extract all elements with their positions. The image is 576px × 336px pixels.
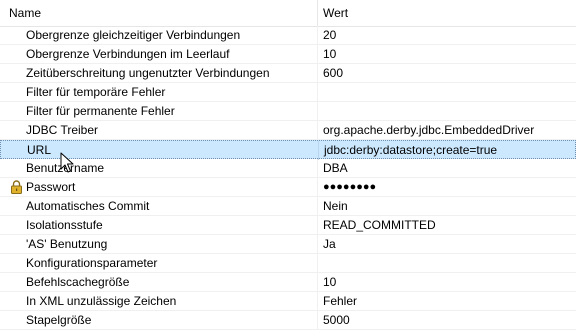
table-row[interactable]: Filter für temporäre Fehler (0, 83, 576, 102)
table-row[interactable]: Obergrenze gleichzeitiger Verbindungen 2… (0, 26, 576, 45)
table-row[interactable]: Automatisches Commit Nein (0, 197, 576, 216)
property-value[interactable]: 10 (323, 45, 336, 64)
cell-divider (318, 141, 319, 160)
table-header: Name Wert (0, 0, 576, 27)
property-value[interactable]: org.apache.derby.jdbc.EmbeddedDriver (323, 121, 534, 140)
property-value[interactable]: DBA (323, 159, 348, 178)
property-value[interactable]: Ja (323, 235, 336, 254)
cell-divider (317, 64, 318, 83)
cell-divider (317, 121, 318, 140)
property-name: Obergrenze Verbindungen im Leerlauf (26, 47, 230, 61)
table-row[interactable]: JDBC Treiber org.apache.derby.jdbc.Embed… (0, 121, 576, 140)
property-name: Stapelgröße (26, 313, 92, 327)
cell-divider (317, 83, 318, 102)
cell-divider (317, 26, 318, 45)
cell-divider (317, 45, 318, 64)
property-value[interactable]: 600 (323, 64, 343, 83)
table-row[interactable]: Zeitüberschreitung ungenutzter Verbindun… (0, 64, 576, 83)
properties-table: Name Wert Obergrenze gleichzeitiger Verb… (0, 0, 576, 336)
property-value[interactable]: 10 (323, 273, 336, 292)
cell-divider (317, 102, 318, 121)
property-name: 'AS' Benutzung (26, 237, 108, 251)
cell-divider (317, 311, 318, 330)
property-value[interactable]: jdbc:derby:datastore;create=true (324, 141, 497, 160)
property-name: Zeitüberschreitung ungenutzter Verbindun… (26, 66, 270, 80)
property-name: Isolationsstufe (26, 218, 103, 232)
cell-divider (317, 273, 318, 292)
cell-divider (317, 178, 318, 197)
property-name: In XML unzulässige Zeichen (26, 294, 177, 308)
table-row[interactable]: Benutzername DBA (0, 159, 576, 178)
property-name: Konfigurationsparameter (26, 256, 158, 270)
column-header-name[interactable]: Name (9, 0, 41, 26)
property-name: JDBC Treiber (26, 123, 99, 137)
property-name: Filter für permanente Fehler (26, 104, 175, 118)
property-name: Automatisches Commit (26, 199, 150, 213)
cell-divider (317, 235, 318, 254)
property-name: Filter für temporäre Fehler (26, 85, 166, 99)
table-row[interactable]: Filter für permanente Fehler (0, 102, 576, 121)
password-value[interactable]: ●●●●●●●● (323, 178, 376, 197)
table-row[interactable]: Befehlscachegröße 10 (0, 273, 576, 292)
table-row[interactable]: 'AS' Benutzung Ja (0, 235, 576, 254)
cell-divider (317, 216, 318, 235)
column-header-value[interactable]: Wert (323, 0, 348, 26)
table-row-selected[interactable]: URL jdbc:derby:datastore;create=true (0, 140, 576, 160)
cell-divider (317, 292, 318, 311)
table-body: Obergrenze gleichzeitiger Verbindungen 2… (0, 26, 576, 330)
property-value[interactable]: Fehler (323, 292, 357, 311)
cell-divider (317, 254, 318, 273)
table-row[interactable]: Stapelgröße 5000 (0, 311, 576, 330)
table-row[interactable]: Obergrenze Verbindungen im Leerlauf 10 (0, 45, 576, 64)
mouse-cursor-icon (60, 152, 74, 173)
column-divider[interactable] (317, 0, 318, 26)
table-row[interactable]: Isolationsstufe READ_COMMITTED (0, 216, 576, 235)
property-value[interactable]: READ_COMMITTED (323, 216, 436, 235)
table-row[interactable]: Konfigurationsparameter (0, 254, 576, 273)
table-row[interactable]: In XML unzulässige Zeichen Fehler (0, 292, 576, 311)
property-value[interactable]: Nein (323, 197, 348, 216)
property-name: Passwort (26, 180, 76, 194)
property-value[interactable]: 20 (323, 26, 336, 45)
property-name: Befehlscachegröße (26, 275, 130, 289)
property-value[interactable]: 5000 (323, 311, 350, 330)
cell-divider (317, 197, 318, 216)
property-name: URL (27, 143, 52, 157)
lock-icon (11, 180, 22, 194)
table-row[interactable]: Passwort ●●●●●●●● (0, 178, 576, 197)
cell-divider (317, 159, 318, 178)
property-name: Obergrenze gleichzeitiger Verbindungen (26, 28, 241, 42)
